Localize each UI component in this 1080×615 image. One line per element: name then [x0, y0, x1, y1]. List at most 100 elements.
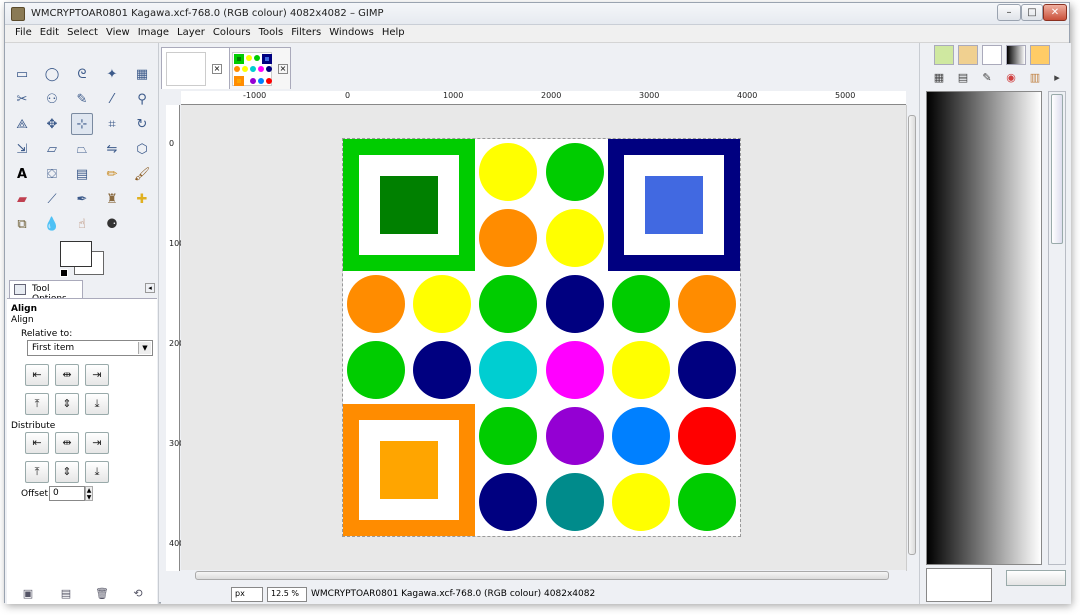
- image-tab-blank[interactable]: ×: [161, 47, 235, 89]
- distribute-middle-button[interactable]: ⇕: [55, 461, 79, 483]
- brushes-tab[interactable]: [958, 45, 978, 65]
- align-right-button[interactable]: ⇥: [85, 364, 109, 386]
- dock-action-button[interactable]: [1006, 570, 1066, 586]
- align-icon[interactable]: ⊹: [71, 113, 93, 135]
- rotate-icon[interactable]: ↻: [131, 113, 153, 135]
- tab-menu-arrow-icon[interactable]: ▸: [1046, 69, 1068, 87]
- clone-icon[interactable]: ♜: [101, 188, 123, 210]
- reset-options-icon[interactable]: ⟲: [131, 587, 145, 601]
- blur-icon[interactable]: 💧: [41, 213, 63, 235]
- scale-icon[interactable]: ⇲: [11, 138, 33, 160]
- menu-select[interactable]: Select: [63, 25, 102, 38]
- pencil-icon[interactable]: ✏: [101, 163, 123, 185]
- tab-menu-arrow-icon[interactable]: ◂: [145, 283, 155, 293]
- align-middle-button[interactable]: ⇕: [55, 393, 79, 415]
- yellow-circle: [612, 473, 670, 531]
- select-by-color-icon[interactable]: ▦: [131, 63, 153, 85]
- zoom-icon[interactable]: ⚲: [131, 88, 153, 110]
- ellipse-select-icon[interactable]: ◯: [41, 63, 63, 85]
- minimize-button[interactable]: –: [997, 4, 1021, 21]
- foreground-select-icon[interactable]: ⚇: [41, 88, 63, 110]
- scissors-select-icon[interactable]: ✂: [11, 88, 33, 110]
- horizontal-scrollbar[interactable]: [181, 570, 906, 581]
- free-select-icon[interactable]: ᘓ: [71, 63, 93, 85]
- foreground-color-swatch[interactable]: [60, 241, 92, 267]
- offset-spinner[interactable]: ▲ ▼: [85, 486, 93, 501]
- distribute-left-button[interactable]: ⇤: [25, 432, 49, 454]
- paintbrush-icon[interactable]: 🖌: [131, 163, 153, 185]
- bucket-fill-icon[interactable]: ⛋: [41, 163, 63, 185]
- menu-edit[interactable]: Edit: [36, 25, 63, 38]
- image-canvas[interactable]: [342, 138, 741, 537]
- align-center-button[interactable]: ⇹: [55, 364, 79, 386]
- tool-options-tab[interactable]: Tool Options: [9, 280, 83, 304]
- rect-select-icon[interactable]: ▭: [11, 63, 33, 85]
- close-icon[interactable]: ×: [278, 64, 288, 74]
- perspective-icon[interactable]: ⏢: [71, 138, 93, 160]
- layers-icon[interactable]: ▦: [928, 69, 950, 87]
- menu-windows[interactable]: Windows: [325, 25, 378, 38]
- menu-layer[interactable]: Layer: [173, 25, 209, 38]
- smudge-icon[interactable]: ☝: [71, 213, 93, 235]
- flip-icon[interactable]: ⇋: [101, 138, 123, 160]
- paths-dock-icon[interactable]: ✎: [976, 69, 998, 87]
- cage-transform-icon[interactable]: ⬡: [131, 138, 153, 160]
- offset-input[interactable]: 0: [49, 486, 85, 501]
- maximize-button[interactable]: □: [1021, 4, 1043, 21]
- move-icon[interactable]: ✥: [41, 113, 63, 135]
- palettes-tab[interactable]: [934, 45, 954, 65]
- align-top-button[interactable]: ⤒: [25, 393, 49, 415]
- default-colors-icon[interactable]: [60, 269, 68, 277]
- close-button[interactable]: ✕: [1043, 4, 1067, 21]
- green-circle: [612, 275, 670, 333]
- gradients-tab[interactable]: [1006, 45, 1026, 65]
- measure-icon[interactable]: ⟁: [11, 113, 33, 135]
- gradient-preview[interactable]: [926, 91, 1042, 565]
- colormap-tab[interactable]: [1030, 45, 1050, 65]
- relative-to-select[interactable]: First item ▼: [27, 340, 153, 356]
- eraser-icon[interactable]: ▰: [11, 188, 33, 210]
- crop-icon[interactable]: ⌗: [101, 113, 123, 135]
- distribute-center-button[interactable]: ⇹: [55, 432, 79, 454]
- heal-icon[interactable]: ✚: [131, 188, 153, 210]
- patterns-tab[interactable]: [982, 45, 1002, 65]
- channels-icon[interactable]: ▤: [952, 69, 974, 87]
- close-icon[interactable]: ×: [212, 64, 222, 74]
- scroll-thumb[interactable]: [1051, 94, 1063, 244]
- menu-filters[interactable]: Filters: [287, 25, 325, 38]
- distribute-top-button[interactable]: ⤒: [25, 461, 49, 483]
- fg-bg-colors[interactable]: [60, 241, 110, 277]
- menu-view[interactable]: View: [102, 25, 134, 38]
- histogram-icon[interactable]: ▥: [1024, 69, 1046, 87]
- ink-icon[interactable]: ✒: [71, 188, 93, 210]
- dodge-burn-icon[interactable]: ⚈: [101, 213, 123, 235]
- shear-icon[interactable]: ▱: [41, 138, 63, 160]
- menu-colours[interactable]: Colours: [209, 25, 255, 38]
- airbrush-icon[interactable]: ⟋: [41, 188, 63, 210]
- fuzzy-select-icon[interactable]: ✦: [101, 63, 123, 85]
- perspective-clone-icon[interactable]: ⧉: [11, 213, 33, 235]
- unit-select[interactable]: px: [231, 587, 263, 602]
- blend-icon[interactable]: ▤: [71, 163, 93, 185]
- vertical-scrollbar[interactable]: [906, 105, 916, 571]
- delete-options-icon[interactable]: 🗑: [95, 587, 109, 601]
- align-left-button[interactable]: ⇤: [25, 364, 49, 386]
- scroll-thumb[interactable]: [195, 571, 889, 580]
- color-picker-icon[interactable]: ⁄: [101, 88, 123, 110]
- align-bottom-button[interactable]: ⤓: [85, 393, 109, 415]
- save-options-icon[interactable]: ▣: [21, 587, 35, 601]
- paths-icon[interactable]: ✎: [71, 88, 93, 110]
- scroll-thumb[interactable]: [908, 115, 916, 555]
- distribute-right-button[interactable]: ⇥: [85, 432, 109, 454]
- menu-file[interactable]: File: [11, 25, 36, 38]
- menu-help[interactable]: Help: [378, 25, 409, 38]
- colors-icon[interactable]: ◉: [1000, 69, 1022, 87]
- image-tab-kagawa[interactable]: ×: [229, 47, 291, 89]
- menu-tools[interactable]: Tools: [255, 25, 288, 38]
- text-tool-icon[interactable]: A: [11, 163, 33, 185]
- distribute-bottom-button[interactable]: ⤓: [85, 461, 109, 483]
- zoom-select[interactable]: 12.5 %: [267, 587, 307, 602]
- dock-scrollbar[interactable]: [1048, 91, 1066, 565]
- menu-image[interactable]: Image: [134, 25, 173, 38]
- restore-options-icon[interactable]: ▤: [59, 587, 73, 601]
